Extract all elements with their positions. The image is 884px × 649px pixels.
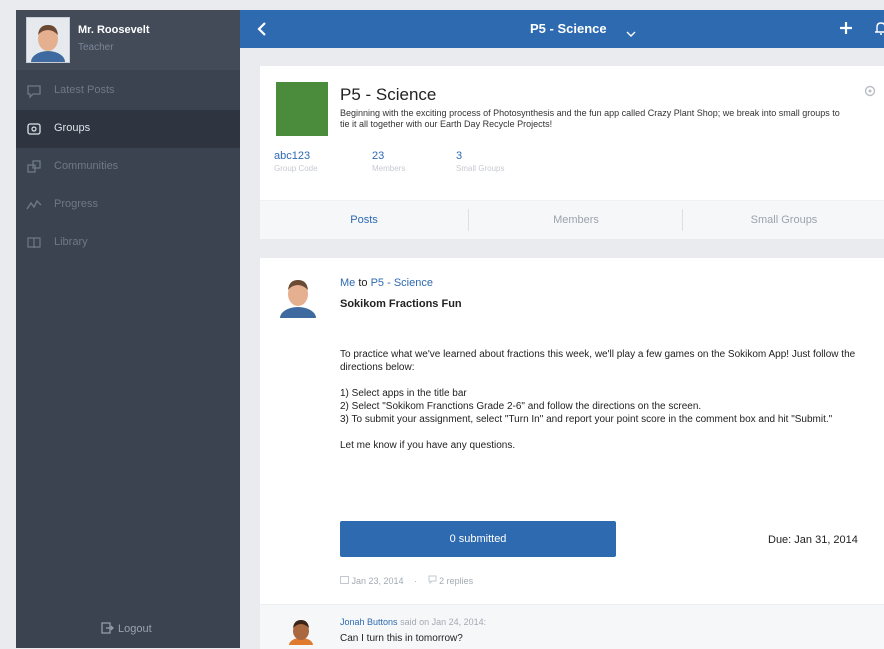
stat-members: 23 Members bbox=[372, 150, 405, 173]
group-tabs: Posts Members Small Groups bbox=[260, 200, 884, 239]
tab-posts[interactable]: Posts bbox=[260, 201, 468, 239]
sidebar-item-latest-posts[interactable]: Latest Posts bbox=[16, 72, 240, 110]
reply-icon bbox=[428, 575, 440, 586]
group-header-card: P5 - Science Beginning with the exciting… bbox=[260, 66, 884, 239]
footer-separator: · bbox=[414, 576, 418, 586]
profile-role: Teacher bbox=[78, 42, 114, 53]
tab-divider bbox=[682, 209, 683, 231]
stat-label: Members bbox=[372, 164, 406, 173]
profile-name: Mr. Roosevelt bbox=[78, 24, 150, 36]
comment-row: Jonah Buttons said on Jan 24, 2014: Can … bbox=[260, 604, 884, 649]
stat-label: Small Groups bbox=[456, 164, 505, 173]
library-icon bbox=[26, 235, 42, 251]
submitted-button[interactable]: 0 submitted bbox=[340, 521, 616, 557]
communities-icon bbox=[26, 159, 42, 175]
post-step: 1) Select apps in the title bar bbox=[340, 388, 467, 399]
post-footer: Jan 23, 2014 · 2 replies bbox=[340, 575, 473, 586]
progress-icon bbox=[26, 197, 42, 213]
post-target-link[interactable]: P5 - Science bbox=[371, 277, 433, 289]
post-meta: Me to P5 - Science bbox=[340, 277, 433, 289]
logout-icon bbox=[100, 621, 114, 635]
back-chevron-icon[interactable] bbox=[256, 20, 268, 38]
group-thumbnail bbox=[276, 82, 328, 136]
comment-meta: Jonah Buttons said on Jan 24, 2014: bbox=[340, 617, 486, 627]
top-bar: P5 - Science bbox=[240, 10, 884, 48]
gear-icon[interactable] bbox=[863, 84, 877, 98]
sidebar-item-label: Progress bbox=[54, 198, 99, 210]
commenter-avatar[interactable] bbox=[286, 615, 316, 645]
comment-date: said on Jan 24, 2014: bbox=[400, 617, 487, 627]
post-body: To practice what we've learned about fra… bbox=[340, 348, 860, 465]
post-paragraph: To practice what we've learned about fra… bbox=[340, 349, 856, 373]
group-title-dropdown[interactable]: P5 - Science bbox=[530, 21, 607, 36]
profile-header[interactable]: Mr. Roosevelt Teacher bbox=[16, 10, 240, 70]
bell-icon[interactable] bbox=[874, 20, 884, 36]
logout-button[interactable]: Logout bbox=[16, 614, 240, 648]
stat-value: 3 bbox=[456, 150, 463, 162]
tab-divider bbox=[468, 209, 469, 231]
sidebar: Mr. Roosevelt Teacher Latest Posts Group… bbox=[16, 10, 240, 648]
post-date: Jan 23, 2014 bbox=[351, 576, 404, 586]
comment-text: Can I turn this in tomorrow? bbox=[340, 633, 463, 644]
reply-count-link[interactable]: 2 replies bbox=[439, 576, 473, 586]
group-name: P5 - Science bbox=[340, 85, 437, 104]
stat-group-code: abc123 Group Code bbox=[274, 150, 318, 173]
group-description: Beginning with the exciting process of P… bbox=[340, 108, 840, 129]
tab-members[interactable]: Members bbox=[470, 201, 682, 239]
stat-value: abc123 bbox=[274, 150, 311, 162]
stat-value: 23 bbox=[372, 150, 385, 162]
groups-icon bbox=[26, 121, 42, 137]
post-author-link[interactable]: Me bbox=[340, 277, 355, 289]
chevron-down-icon[interactable] bbox=[626, 25, 636, 37]
commenter-name-link[interactable]: Jonah Buttons bbox=[340, 617, 398, 627]
sidebar-item-communities[interactable]: Communities bbox=[16, 148, 240, 186]
author-avatar[interactable] bbox=[276, 272, 320, 318]
plus-icon[interactable] bbox=[838, 20, 854, 36]
sidebar-item-progress[interactable]: Progress bbox=[16, 186, 240, 224]
tab-small-groups[interactable]: Small Groups bbox=[684, 201, 884, 239]
sidebar-item-label: Groups bbox=[54, 122, 91, 134]
logout-label: Logout bbox=[118, 623, 152, 635]
calendar-icon bbox=[340, 576, 352, 586]
avatar[interactable] bbox=[26, 17, 70, 63]
post-card: Me to P5 - Science Sokikom Fractions Fun… bbox=[260, 258, 884, 604]
stat-small-groups: 3 Small Groups bbox=[456, 150, 504, 173]
stat-label: Group Code bbox=[274, 164, 318, 173]
speech-bubble-icon bbox=[26, 83, 42, 99]
post-step: 2) Select "Sokikom Franctions Grade 2-6"… bbox=[340, 401, 702, 412]
sidebar-item-label: Library bbox=[54, 236, 88, 248]
sidebar-item-label: Latest Posts bbox=[54, 84, 115, 96]
sidebar-item-library[interactable]: Library bbox=[16, 224, 240, 262]
post-to-text: to bbox=[358, 277, 368, 289]
sidebar-item-label: Communities bbox=[54, 160, 119, 172]
due-date: Due: Jan 31, 2014 bbox=[768, 534, 858, 546]
sidebar-item-groups[interactable]: Groups bbox=[16, 110, 240, 148]
post-title: Sokikom Fractions Fun bbox=[340, 298, 462, 310]
post-step: 3) To submit your assignment, select "Tu… bbox=[340, 414, 833, 425]
post-paragraph: Let me know if you have any questions. bbox=[340, 440, 516, 451]
